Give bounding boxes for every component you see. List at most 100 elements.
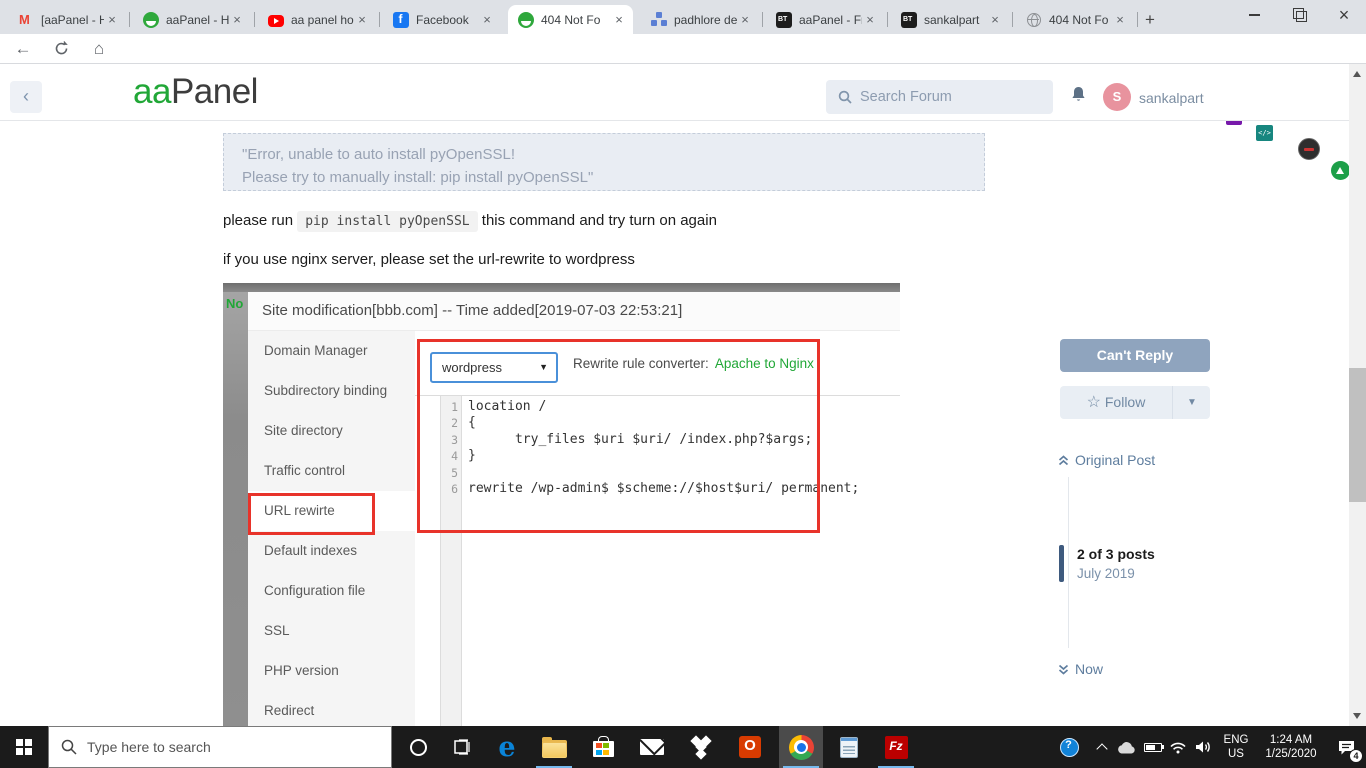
double-chevron-up-icon [1058, 454, 1069, 465]
taskbar-mail-button[interactable] [630, 726, 674, 768]
menu-item-default-indexes[interactable]: Default indexes [248, 531, 415, 571]
chrome-icon [788, 734, 814, 760]
window-minimize-button[interactable] [1232, 0, 1276, 30]
start-button[interactable] [0, 726, 48, 768]
timeline-scrubber[interactable] [1059, 545, 1064, 582]
rewrite-toolbar-row: wordpress ▼ Rewrite rule converter: Apach… [415, 331, 900, 396]
cant-reply-button[interactable]: Can't Reply [1060, 339, 1210, 372]
star-icon: ☆ [1086, 394, 1101, 411]
tab-title: aaPanel - Fr [799, 12, 862, 27]
taskbar-search-input[interactable] [87, 739, 337, 755]
taskbar-search-box[interactable] [48, 726, 392, 768]
tray-clock[interactable]: 1:24 AM 1/25/2020 [1256, 726, 1326, 768]
rewrite-code-editor[interactable]: 1 location / 2 { 3 try_files $uri $uri/ /i… [415, 396, 900, 726]
tab-youtube[interactable]: aa panel ho × [258, 5, 380, 34]
menu-item-url-rewrite[interactable]: URL rewirte [248, 491, 415, 531]
forum-search-input[interactable] [860, 89, 1030, 105]
menu-item-ssl[interactable]: SSL [248, 611, 415, 651]
dialog-header: Site modification[bbb.com] -- Time added… [248, 292, 900, 331]
bt-icon [776, 11, 792, 28]
window-restore-button[interactable] [1278, 0, 1322, 30]
taskbar-dropbox-button[interactable] [679, 726, 723, 768]
taskbar-notepad-button[interactable] [827, 726, 871, 768]
tab-close-icon[interactable]: × [1112, 12, 1128, 28]
taskbar-office-button[interactable] [728, 726, 772, 768]
forum-logo[interactable]: aaPanel [133, 72, 258, 112]
tab-aapanel-home[interactable]: aaPanel - H × [133, 5, 255, 34]
extension-idm-icon[interactable] [1331, 161, 1350, 180]
post-date-label: July 2019 [1077, 566, 1135, 581]
post-embedded-screenshot[interactable]: No Site modification[bbb.com] -- Time ad… [223, 283, 900, 726]
apache-to-nginx-link[interactable]: Apache to Nginx [715, 356, 814, 371]
menu-item-site-directory[interactable]: Site directory [248, 411, 415, 451]
tab-close-icon[interactable]: × [862, 12, 878, 28]
tab-aapanel-forum[interactable]: aaPanel - Fr × [766, 5, 888, 34]
menu-item-traffic-control[interactable]: Traffic control [248, 451, 415, 491]
tab-404-other[interactable]: 404 Not Fo × [1016, 5, 1138, 34]
notification-bell-icon[interactable] [1070, 86, 1087, 104]
taskbar-chrome-button[interactable] [779, 726, 823, 768]
back-nav-icon[interactable]: ← [10, 37, 36, 61]
youtube-icon [268, 14, 284, 27]
tab-sankalpart[interactable]: sankalpart × [891, 5, 1013, 34]
follow-button[interactable]: ☆ Follow [1060, 386, 1173, 419]
now-link[interactable]: Now [1058, 661, 1103, 677]
clock-time: 1:24 AM [1269, 734, 1313, 746]
tab-close-icon[interactable]: × [354, 12, 370, 28]
line-number: 6 [451, 482, 458, 496]
clock-date: 1/25/2020 [1265, 748, 1317, 760]
rewrite-template-dropdown[interactable]: wordpress ▼ [430, 352, 558, 383]
tab-title: aa panel ho [291, 12, 354, 27]
tab-close-icon[interactable]: × [104, 12, 120, 28]
tab-active-404[interactable]: 404 Not Fo × [508, 5, 633, 34]
tab-title: 404 Not Fo [1049, 12, 1109, 27]
menu-item-subdirectory-binding[interactable]: Subdirectory binding [248, 371, 415, 411]
taskbar-explorer-button[interactable] [532, 726, 576, 768]
tab-gmail[interactable]: [aaPanel - H × [8, 5, 130, 34]
extension-code-icon[interactable] [1256, 125, 1273, 141]
tray-help-button[interactable] [1053, 726, 1085, 768]
menu-item-php-version[interactable]: PHP version [248, 651, 415, 691]
code-line: { [468, 415, 476, 431]
tray-language-indicator[interactable]: ENG US [1216, 726, 1256, 768]
original-post-link[interactable]: Original Post [1058, 452, 1155, 468]
scrollbar-down-arrow[interactable] [1353, 713, 1361, 719]
tab-close-icon[interactable]: × [611, 12, 627, 28]
converter-label: Rewrite rule converter: Apache to Nginx [573, 356, 814, 371]
tab-close-icon[interactable]: × [479, 12, 495, 28]
browser-profile-avatar[interactable] [1298, 138, 1320, 160]
tray-volume-button[interactable] [1188, 726, 1218, 768]
taskbar-store-button[interactable] [581, 726, 625, 768]
forum-back-button[interactable]: ‹ [10, 81, 42, 113]
follow-dropdown-button[interactable]: ▼ [1174, 386, 1210, 419]
tab-title: [aaPanel - H [41, 12, 104, 27]
dropbox-icon [689, 735, 713, 760]
tab-close-icon[interactable]: × [987, 12, 1003, 28]
home-icon[interactable]: ⌂ [86, 37, 112, 61]
window-close-button[interactable] [1322, 0, 1366, 30]
cortana-button[interactable] [396, 726, 440, 768]
task-view-button[interactable] [440, 726, 484, 768]
new-tab-button[interactable]: + [1138, 8, 1162, 32]
menu-item-domain-manager[interactable]: Domain Manager [248, 331, 415, 371]
user-avatar[interactable]: S [1103, 83, 1131, 111]
action-center-button[interactable]: 4 [1326, 726, 1366, 768]
reload-icon[interactable] [48, 37, 74, 61]
username-label[interactable]: sankalpart [1139, 90, 1204, 106]
aapanel-icon [143, 11, 159, 28]
menu-item-configuration-file[interactable]: Configuration file [248, 571, 415, 611]
original-post-label: Original Post [1075, 452, 1156, 468]
forum-search-box[interactable] [826, 80, 1053, 114]
menu-item-redirect[interactable]: Redirect [248, 691, 415, 726]
taskbar-edge-button[interactable] [485, 726, 529, 768]
tab-facebook[interactable]: Facebook × [383, 5, 501, 34]
page-scrollbar[interactable] [1349, 64, 1366, 726]
tray-onedrive-button[interactable] [1112, 726, 1140, 768]
taskbar-filezilla-button[interactable] [874, 726, 918, 768]
scrollbar-up-arrow[interactable] [1353, 71, 1361, 77]
tab-close-icon[interactable]: × [737, 12, 753, 28]
tab-padhlore[interactable]: padhlore de × [641, 5, 763, 34]
tab-close-icon[interactable]: × [229, 12, 245, 28]
screenshot-left-overlay [223, 292, 248, 726]
scrollbar-thumb[interactable] [1349, 368, 1366, 502]
